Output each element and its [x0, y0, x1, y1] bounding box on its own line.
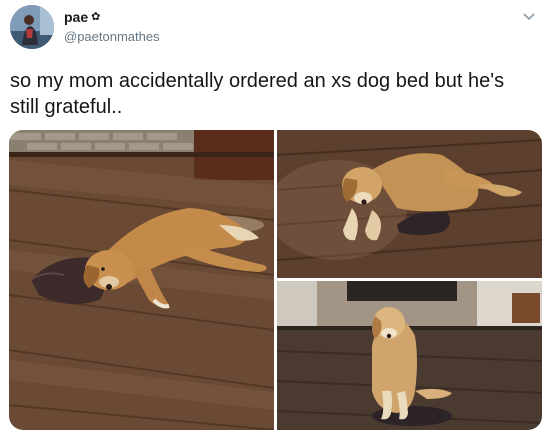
avatar-image — [10, 5, 54, 49]
flower-icon: ✿ — [91, 10, 101, 23]
dog-photo-3[interactable] — [277, 281, 542, 430]
author-name-row: pae ✿ — [64, 9, 100, 25]
display-name[interactable]: pae — [64, 9, 88, 25]
tweet-text: so my mom accidentally ordered an xs dog… — [10, 70, 505, 118]
dog-photo-1[interactable] — [9, 130, 274, 430]
avatar[interactable] — [10, 5, 54, 49]
media-grid — [9, 130, 542, 430]
author-handle[interactable]: @paetonmathes — [64, 29, 160, 44]
dog-photo-2[interactable] — [277, 130, 542, 278]
chevron-down-icon[interactable] — [521, 8, 537, 24]
